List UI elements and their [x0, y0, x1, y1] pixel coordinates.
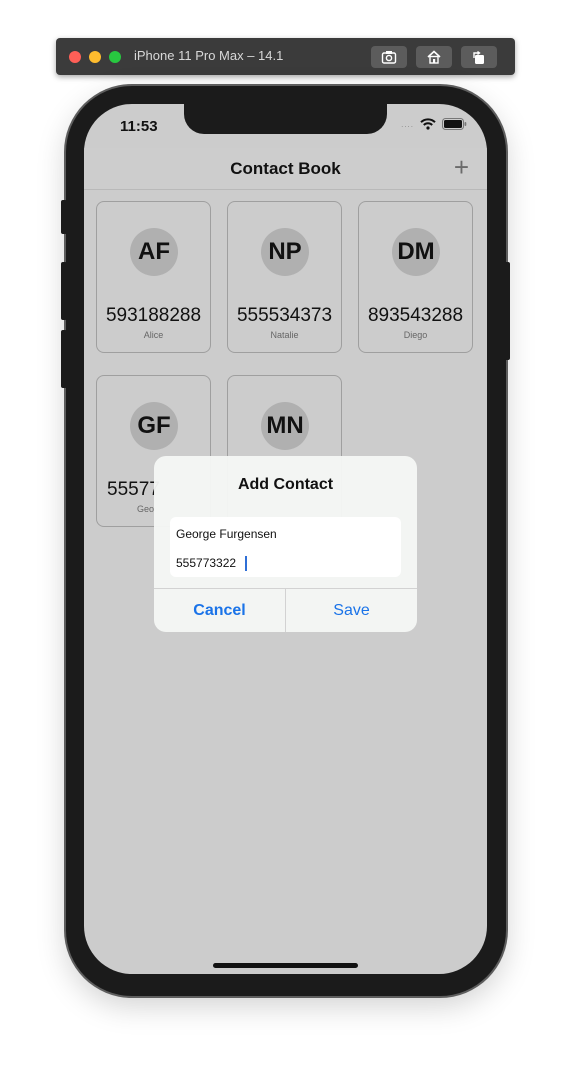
zoom-window-button[interactable]	[109, 51, 121, 63]
contact-card[interactable]: AF 593188288 Alice	[96, 201, 211, 353]
add-contact-dialog: Add Contact Cancel Save	[154, 456, 417, 632]
home-indicator[interactable]	[213, 963, 358, 968]
navigation-bar: Contact Book +	[84, 148, 487, 190]
status-time: 11:53	[120, 118, 158, 135]
contact-card[interactable]: NP 555534373 Natalie	[227, 201, 342, 353]
contact-name: Alice	[143, 330, 164, 340]
side-button-power	[504, 262, 510, 360]
add-contact-button[interactable]: +	[454, 152, 469, 183]
battery-icon	[442, 118, 467, 130]
side-button-volume-up	[61, 262, 67, 320]
contact-phone: 593188288	[105, 305, 202, 326]
avatar: AF	[130, 228, 178, 276]
rotate-icon	[473, 50, 484, 64]
avatar: GF	[130, 402, 178, 450]
screenshot-button[interactable]	[371, 46, 407, 68]
status-icons: ....	[401, 118, 467, 130]
dialog-title: Add Contact	[237, 476, 334, 493]
avatar: DM	[392, 228, 440, 276]
close-window-button[interactable]	[69, 51, 81, 63]
phone-screen: 11:53 .... Contact Book + AF 593188288 A…	[84, 104, 487, 974]
signal-indicator: ....	[401, 119, 414, 129]
contact-name: Natalie	[270, 330, 299, 340]
name-field[interactable]	[176, 522, 395, 546]
minimize-window-button[interactable]	[89, 51, 101, 63]
text-cursor	[245, 556, 247, 571]
simulator-title: iPhone 11 Pro Max – 14.1	[134, 48, 284, 63]
side-button-mute	[61, 200, 67, 234]
home-button[interactable]	[416, 46, 452, 68]
side-button-volume-down	[61, 330, 67, 388]
rotate-button[interactable]	[461, 46, 497, 68]
phone-field[interactable]	[176, 551, 395, 575]
contact-phone: 893543288	[367, 305, 464, 326]
simulator-title-bar: iPhone 11 Pro Max – 14.1	[56, 38, 515, 75]
page-title: Contact Book	[230, 159, 341, 178]
wifi-icon	[420, 118, 436, 130]
home-icon	[427, 50, 441, 64]
contact-phone: 555534373	[236, 305, 333, 326]
save-button[interactable]: Save	[286, 589, 417, 632]
dialog-actions: Cancel Save	[154, 588, 417, 632]
contact-card[interactable]: DM 893543288 Diego	[358, 201, 473, 353]
screenshot-icon	[381, 51, 397, 64]
notch	[184, 104, 387, 134]
cancel-button[interactable]: Cancel	[154, 589, 286, 632]
contact-name: Diego	[403, 330, 428, 340]
avatar: MN	[261, 402, 309, 450]
avatar: NP	[261, 228, 309, 276]
dialog-fields	[170, 517, 401, 577]
